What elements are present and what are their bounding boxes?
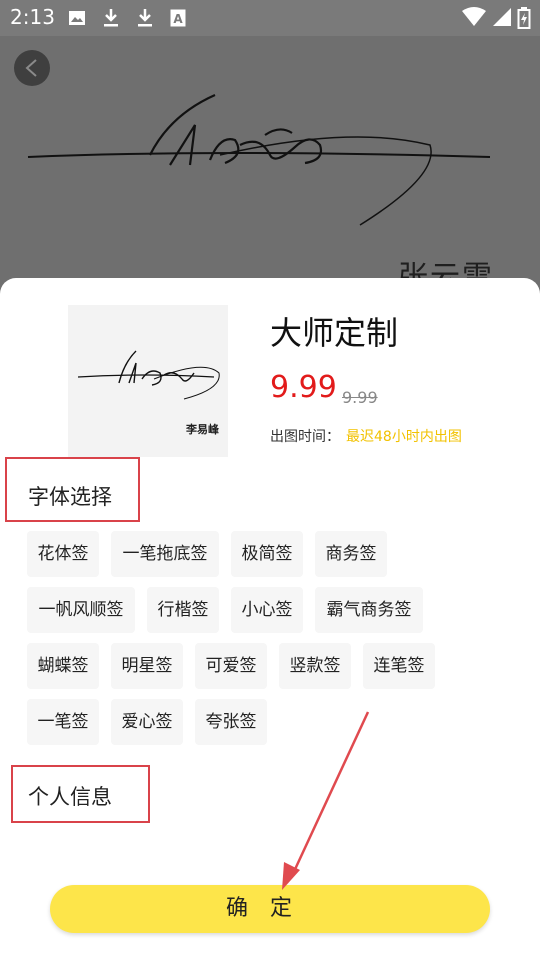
image-icon bbox=[68, 8, 86, 32]
chevron-left-icon bbox=[25, 59, 37, 77]
back-button[interactable] bbox=[14, 50, 50, 86]
download-icon bbox=[137, 8, 153, 33]
svg-text:A: A bbox=[173, 12, 183, 26]
wifi-icon bbox=[462, 7, 486, 32]
battery-icon bbox=[517, 7, 531, 34]
signal-icon bbox=[492, 7, 512, 32]
signature-preview bbox=[20, 85, 500, 239]
purchase-sheet: 李易峰 大师定制 9.99 9.99 出图时间： 最迟48小时内出图 字体选择 … bbox=[0, 278, 540, 960]
annotation-arrow bbox=[282, 711, 370, 890]
download-icon bbox=[103, 8, 119, 33]
font-icon: A bbox=[170, 8, 186, 32]
status-time: 2:13 bbox=[10, 5, 55, 29]
status-bar: 2:13 A bbox=[0, 0, 540, 36]
